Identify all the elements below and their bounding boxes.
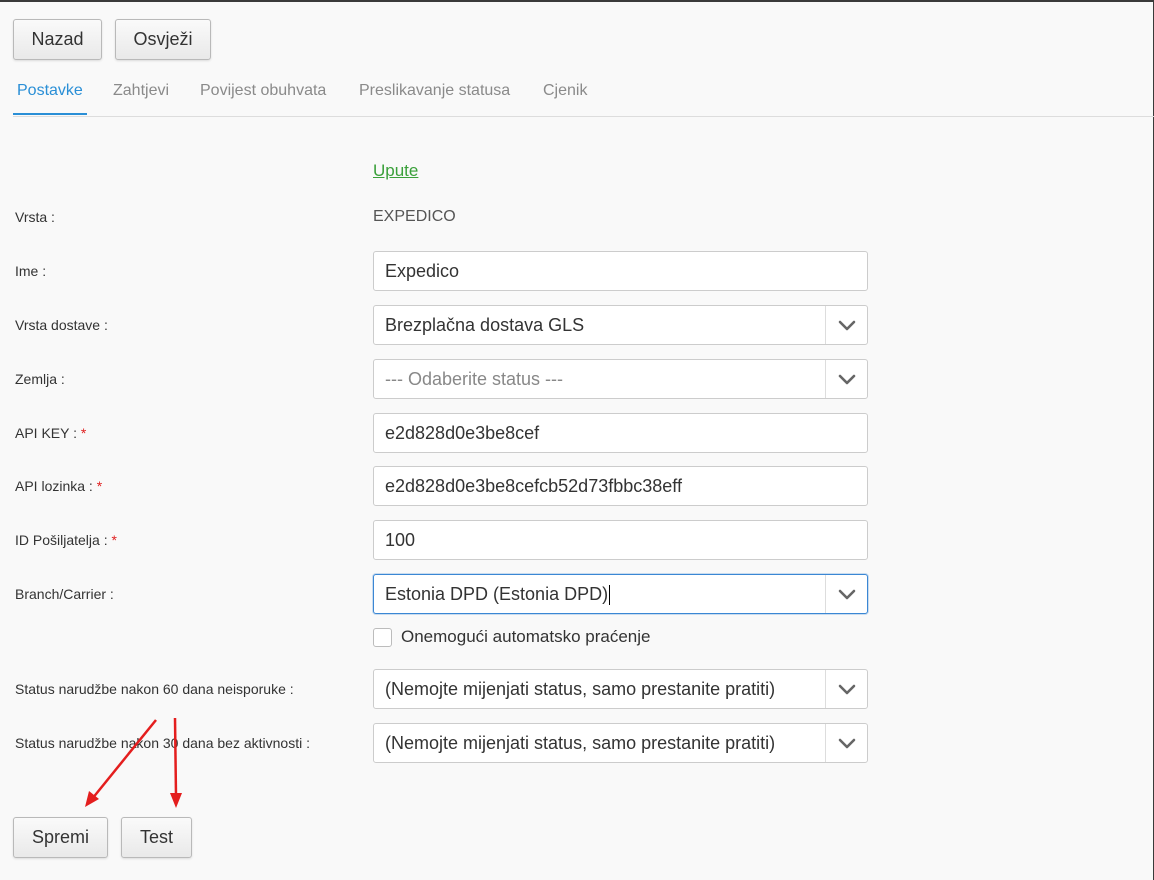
tab-requests[interactable]: Zahtjevi xyxy=(113,82,169,100)
status-30-label: Status narudžbe nakon 30 dana bez aktivn… xyxy=(15,735,310,751)
name-input-value: Expedico xyxy=(385,261,460,281)
chevron-down-icon[interactable] xyxy=(825,724,867,762)
required-marker: * xyxy=(111,532,117,548)
status-60-label: Status narudžbe nakon 60 dana neisporuke… xyxy=(15,681,294,697)
tab-price-list[interactable]: Cjenik xyxy=(543,82,587,100)
disable-tracking-option[interactable]: Onemogući automatsko praćenje xyxy=(373,627,650,647)
save-button[interactable]: Spremi xyxy=(13,817,108,858)
chevron-down-icon[interactable] xyxy=(825,360,867,398)
back-button[interactable]: Nazad xyxy=(13,19,102,60)
required-marker: * xyxy=(80,425,87,441)
branch-label: Branch/Carrier : xyxy=(15,586,114,602)
country-placeholder: --- Odaberite status --- xyxy=(385,369,564,389)
test-button[interactable]: Test xyxy=(121,817,192,858)
sender-id-label: ID Pošiljatelja : * xyxy=(15,532,117,548)
country-select[interactable]: --- Odaberite status --- xyxy=(373,359,868,399)
required-marker: * xyxy=(96,478,103,494)
branch-value: Estonia DPD (Estonia DPD) xyxy=(385,584,609,604)
delivery-type-value: Brezplačna dostava GLS xyxy=(385,315,585,335)
app-window: Nazad Osvježi Postavke Zahtjevi Povijest… xyxy=(0,0,1154,880)
chevron-down-icon[interactable] xyxy=(825,306,867,344)
instructions-link[interactable]: Upute xyxy=(373,161,418,181)
red-arrow-icon xyxy=(170,717,182,808)
name-label: Ime : xyxy=(15,263,47,279)
tab-coverage-history[interactable]: Povijest obuhvata xyxy=(200,82,326,100)
country-label: Zemlja : xyxy=(15,371,65,387)
api-key-value: e2d828d0e3be8cef xyxy=(385,423,540,443)
status-30-select[interactable]: (Nemojte mijenjati status, samo prestani… xyxy=(373,723,868,763)
red-arrow-icon xyxy=(85,719,157,807)
active-tab-indicator xyxy=(13,113,87,115)
api-key-label: API KEY : * xyxy=(15,425,86,441)
api-password-input[interactable]: e2d828d0e3be8cefcb52d73fbbc38eff xyxy=(373,466,868,506)
sender-id-value: 100 xyxy=(385,530,416,550)
status-30-value: (Nemojte mijenjati status, samo prestani… xyxy=(385,733,776,753)
branch-select[interactable]: Estonia DPD (Estonia DPD) xyxy=(373,574,868,614)
type-label: Vrsta : xyxy=(15,209,55,225)
tab-settings[interactable]: Postavke xyxy=(17,82,83,100)
disable-tracking-label: Onemogući automatsko praćenje xyxy=(401,627,651,646)
text-caret xyxy=(609,585,611,606)
sender-id-label-text: ID Pošiljatelja : xyxy=(15,532,108,548)
api-key-label-text: API KEY : xyxy=(15,425,77,441)
sender-id-input[interactable]: 100 xyxy=(373,520,868,560)
tab-bar: Postavke Zahtjevi Povijest obuhvata Pres… xyxy=(13,72,1154,117)
tab-status-mapping[interactable]: Preslikavanje statusa xyxy=(359,82,510,100)
status-60-select[interactable]: (Nemojte mijenjati status, samo prestani… xyxy=(373,669,868,709)
api-password-label: API lozinka : * xyxy=(15,478,102,494)
disable-tracking-checkbox[interactable] xyxy=(373,627,392,647)
api-password-value: e2d828d0e3be8cefcb52d73fbbc38eff xyxy=(385,476,682,496)
name-input[interactable]: Expedico xyxy=(373,251,868,291)
api-key-input[interactable]: e2d828d0e3be8cef xyxy=(373,413,868,453)
chevron-down-icon[interactable] xyxy=(825,670,867,708)
api-password-label-text: API lozinka : xyxy=(15,478,93,494)
type-value: EXPEDICO xyxy=(373,208,456,225)
delivery-type-label: Vrsta dostave : xyxy=(15,317,108,333)
delivery-type-select[interactable]: Brezplačna dostava GLS xyxy=(373,305,868,345)
chevron-down-icon[interactable] xyxy=(825,575,867,613)
status-60-value: (Nemojte mijenjati status, samo prestani… xyxy=(385,679,776,699)
refresh-button[interactable]: Osvježi xyxy=(115,19,211,60)
